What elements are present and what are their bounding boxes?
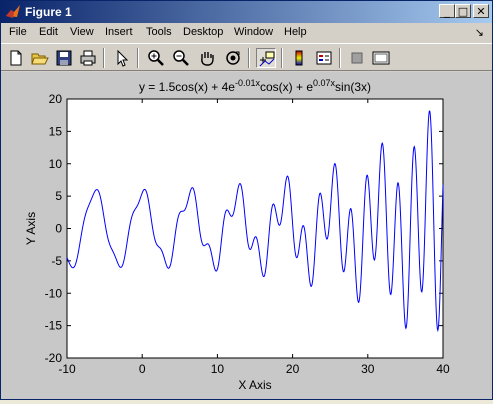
- matlab-logo-icon: [6, 5, 20, 18]
- dock-arrow-icon[interactable]: ↘: [475, 26, 484, 39]
- y-tick-label: -5: [51, 254, 62, 268]
- y-tick-label: 20: [49, 92, 63, 106]
- window-title: Figure 1: [25, 5, 72, 19]
- menu-bar: File Edit View Insert Tools Desktop Wind…: [1, 23, 492, 43]
- figure-toolbar: [1, 43, 492, 71]
- y-tick-label: 0: [55, 222, 62, 236]
- menu-window[interactable]: Window: [234, 26, 273, 38]
- figure-canvas: y = 1.5cos(x) + 4e-0.01xcos(x) + e0.07xs…: [1, 72, 492, 399]
- y-tick-label: -10: [45, 286, 63, 300]
- plot-title: y = 1.5cos(x) + 4e-0.01xcos(x) + e0.07xs…: [139, 78, 371, 94]
- save-icon[interactable]: [54, 48, 74, 68]
- menu-insert[interactable]: Insert: [105, 26, 133, 38]
- title-superscript: -0.01x: [235, 78, 261, 88]
- title-part: cos(x) + e: [260, 80, 313, 94]
- minimize-button[interactable]: _: [439, 4, 455, 18]
- y-tick-label: 10: [49, 157, 63, 171]
- colorbar-icon[interactable]: [289, 48, 309, 68]
- x-tick-label: 30: [361, 362, 375, 376]
- toolbar-separator: [248, 48, 250, 68]
- y-tick-label: -15: [45, 319, 63, 333]
- menu-desktop[interactable]: Desktop: [183, 26, 223, 38]
- x-tick-label: 20: [286, 362, 300, 376]
- x-tick-label: 10: [211, 362, 225, 376]
- toolbar-separator: [281, 48, 283, 68]
- print-icon[interactable]: [78, 48, 98, 68]
- maximize-button[interactable]: □: [455, 4, 471, 18]
- open-folder-icon[interactable]: [30, 48, 50, 68]
- title-superscript: 0.07x: [313, 78, 336, 88]
- legend-icon[interactable]: [314, 48, 334, 68]
- pan-hand-icon[interactable]: [197, 48, 217, 68]
- close-button[interactable]: ✕: [473, 4, 489, 18]
- toolbar-separator: [339, 48, 341, 68]
- x-axis-label: X Axis: [238, 378, 271, 392]
- data-cursor-icon[interactable]: [256, 48, 276, 68]
- x-tick-label: 40: [436, 362, 450, 376]
- menu-file[interactable]: File: [9, 26, 27, 38]
- menu-view[interactable]: View: [70, 26, 94, 38]
- plot-area[interactable]: y = 1.5cos(x) + 4e-0.01xcos(x) + e0.07xs…: [1, 72, 492, 399]
- zoom-in-icon[interactable]: [146, 48, 166, 68]
- toolbar-separator: [103, 48, 105, 68]
- new-file-icon[interactable]: [6, 48, 26, 68]
- y-tick-label: 15: [49, 124, 63, 138]
- figure-window: Figure 1 _ □ ✕ File Edit View Insert Too…: [0, 0, 493, 400]
- y-tick-label: 5: [55, 189, 62, 203]
- zoom-out-icon[interactable]: [171, 48, 191, 68]
- y-axis-label: Y Axis: [24, 212, 38, 245]
- show-plot-tools-icon[interactable]: [371, 48, 391, 68]
- title-bar[interactable]: Figure 1 _ □ ✕: [1, 1, 492, 23]
- y-tick-label: -20: [45, 351, 63, 365]
- menu-tools[interactable]: Tools: [146, 26, 172, 38]
- hide-plot-tools-icon[interactable]: [347, 48, 367, 68]
- menu-edit[interactable]: Edit: [39, 26, 58, 38]
- rotate-3d-icon[interactable]: [223, 48, 243, 68]
- title-part: sin(3x): [335, 80, 371, 94]
- toolbar-separator: [137, 48, 139, 68]
- menu-help[interactable]: Help: [284, 26, 307, 38]
- title-part: y = 1.5cos(x) + 4e: [139, 80, 235, 94]
- x-tick-label: 0: [139, 362, 146, 376]
- select-arrow-icon[interactable]: [112, 48, 132, 68]
